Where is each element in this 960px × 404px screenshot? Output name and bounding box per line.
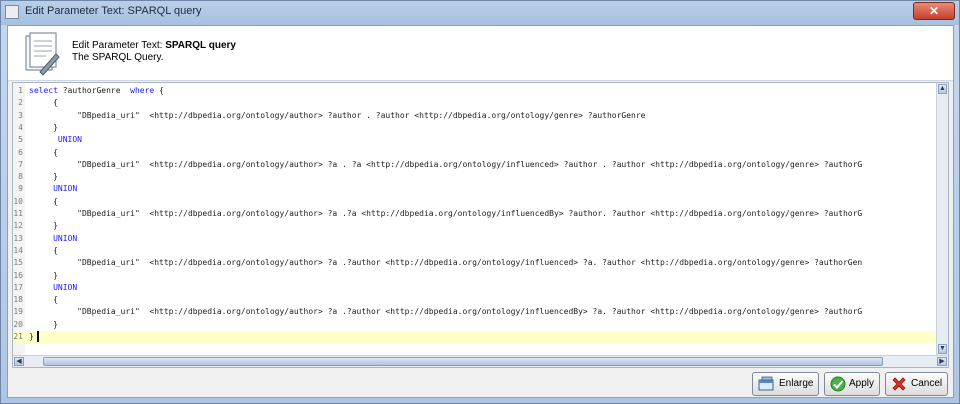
scroll-right-icon[interactable]: ▶ — [937, 357, 947, 366]
line-number: 18 — [13, 295, 23, 305]
code-text: { — [29, 98, 58, 108]
line-number: 1 — [18, 86, 23, 95]
code-text: } — [29, 270, 58, 280]
horizontal-scrollbar[interactable]: ◀ ▶ — [13, 355, 948, 367]
enlarge-button[interactable]: Enlarge — [752, 372, 819, 396]
line-number: 15 — [13, 258, 23, 268]
code-text: } — [29, 122, 58, 132]
code-text: { — [29, 147, 58, 157]
code-text: } — [29, 221, 58, 231]
code-line[interactable]: 19 "DBpedia_uri" <http://dbpedia.org/ont… — [13, 306, 936, 318]
cancel-button[interactable]: Cancel — [885, 372, 948, 396]
code-line[interactable]: 7 "DBpedia_uri" <http://dbpedia.org/onto… — [13, 159, 936, 171]
cancel-x-icon — [892, 377, 906, 391]
code-text: UNION — [57, 135, 82, 145]
code-text: select ?authorGenre where { — [29, 86, 164, 95]
scroll-left-icon[interactable]: ◀ — [14, 357, 24, 366]
close-button[interactable]: ✕ — [913, 2, 955, 20]
code-line[interactable]: 11 "DBpedia_uri" <http://dbpedia.org/ont… — [13, 208, 936, 220]
title-bar[interactable]: Edit Parameter Text: SPARQL query ✕ — [1, 1, 959, 25]
code-line[interactable]: 20 } — [13, 319, 936, 331]
code-line[interactable]: 21} — [13, 331, 936, 343]
code-line[interactable]: 10 { — [13, 196, 936, 208]
line-number: 6 — [18, 147, 23, 157]
code-editor[interactable]: 1 select ?authorGenre where { 2 {3 "DBpedi… — [12, 82, 949, 368]
code-text: } — [29, 172, 58, 182]
window-title: Edit Parameter Text: SPARQL query — [25, 5, 202, 17]
code-area[interactable]: 1 select ?authorGenre where { 2 {3 "DBpedi… — [13, 85, 936, 355]
vertical-scrollbar[interactable]: ▲ ▼ — [936, 83, 948, 355]
scroll-up-icon[interactable]: ▲ — [938, 84, 947, 94]
heading-prefix: Edit Parameter Text: — [72, 40, 166, 51]
code-line[interactable]: 3 "DBpedia_uri" <http://dbpedia.org/onto… — [13, 110, 936, 122]
line-number: 14 — [13, 245, 23, 255]
code-text: { — [29, 245, 58, 255]
enlarge-label: Enlarge — [779, 378, 814, 389]
line-number: 20 — [13, 319, 23, 329]
dialog-heading: Edit Parameter Text: SPARQL query — [72, 40, 236, 51]
line-number: 12 — [13, 221, 23, 231]
parameter-description: The SPARQL Query. — [72, 52, 164, 63]
line-number: 17 — [13, 282, 23, 292]
edit-parameter-dialog: Edit Parameter Text: SPARQL query ✕ Edit… — [0, 0, 960, 404]
line-number: 2 — [18, 98, 23, 108]
cancel-label: Cancel — [911, 378, 943, 389]
code-line[interactable]: 15 "DBpedia_uri" <http://dbpedia.org/ont… — [13, 257, 936, 269]
code-text: "DBpedia_uri" <http://dbpedia.org/ontolo… — [29, 110, 646, 120]
code-line[interactable]: 9 UNION — [13, 183, 936, 195]
line-number: 10 — [13, 196, 23, 206]
code-line[interactable]: 14 { — [13, 245, 936, 257]
scroll-down-icon[interactable]: ▼ — [938, 344, 947, 354]
code-line[interactable]: 12 } — [13, 220, 936, 232]
enlarge-icon — [758, 376, 774, 391]
code-line[interactable]: 4 } — [13, 122, 936, 134]
line-number: 3 — [18, 110, 23, 120]
horizontal-scroll-thumb[interactable] — [43, 357, 883, 366]
line-number: 21 — [13, 332, 23, 341]
code-text: "DBpedia_uri" <http://dbpedia.org/ontolo… — [29, 307, 863, 317]
parameter-name: SPARQL query — [165, 40, 236, 51]
line-number: 5 — [18, 135, 23, 145]
code-text: "DBpedia_uri" <http://dbpedia.org/ontolo… — [29, 258, 863, 268]
code-line[interactable]: 18 { — [13, 294, 936, 306]
checkmark-icon — [830, 376, 846, 392]
code-text: "DBpedia_uri" <http://dbpedia.org/ontolo… — [29, 159, 863, 169]
code-text: { — [29, 196, 58, 206]
code-line[interactable]: 13 UNION — [13, 233, 936, 245]
code-text: } — [29, 319, 58, 329]
line-number: 7 — [18, 159, 23, 169]
text-caret — [37, 331, 39, 342]
dialog-body: Edit Parameter Text: SPARQL query The SP… — [7, 25, 954, 398]
code-line[interactable]: 16 } — [13, 270, 936, 282]
code-text: } — [29, 332, 34, 341]
code-text: UNION — [53, 233, 78, 243]
code-line[interactable]: 17 UNION — [13, 282, 936, 294]
line-number: 16 — [13, 270, 23, 280]
line-number: 9 — [18, 184, 23, 194]
line-number: 13 — [13, 233, 23, 243]
code-line[interactable]: 2 { — [13, 97, 936, 109]
code-line[interactable]: 6 { — [13, 147, 936, 159]
code-line[interactable]: 1 select ?authorGenre where { — [13, 85, 936, 97]
code-text: { — [29, 295, 58, 305]
line-number: 4 — [18, 122, 23, 132]
code-line[interactable]: 8 } — [13, 171, 936, 183]
window-icon — [5, 5, 19, 19]
dialog-header: Edit Parameter Text: SPARQL query The SP… — [8, 26, 953, 81]
code-text: UNION — [53, 282, 78, 292]
document-edit-icon — [25, 32, 60, 76]
apply-label: Apply — [849, 378, 875, 389]
apply-button[interactable]: Apply — [824, 372, 880, 396]
line-number: 19 — [13, 307, 23, 317]
code-text: UNION — [53, 184, 78, 194]
line-number: 11 — [13, 209, 23, 218]
code-text: "DBpedia_uri" <http://dbpedia.org/ontolo… — [29, 209, 863, 218]
line-number: 8 — [18, 172, 23, 182]
code-line[interactable]: 5 UNION — [13, 134, 936, 146]
